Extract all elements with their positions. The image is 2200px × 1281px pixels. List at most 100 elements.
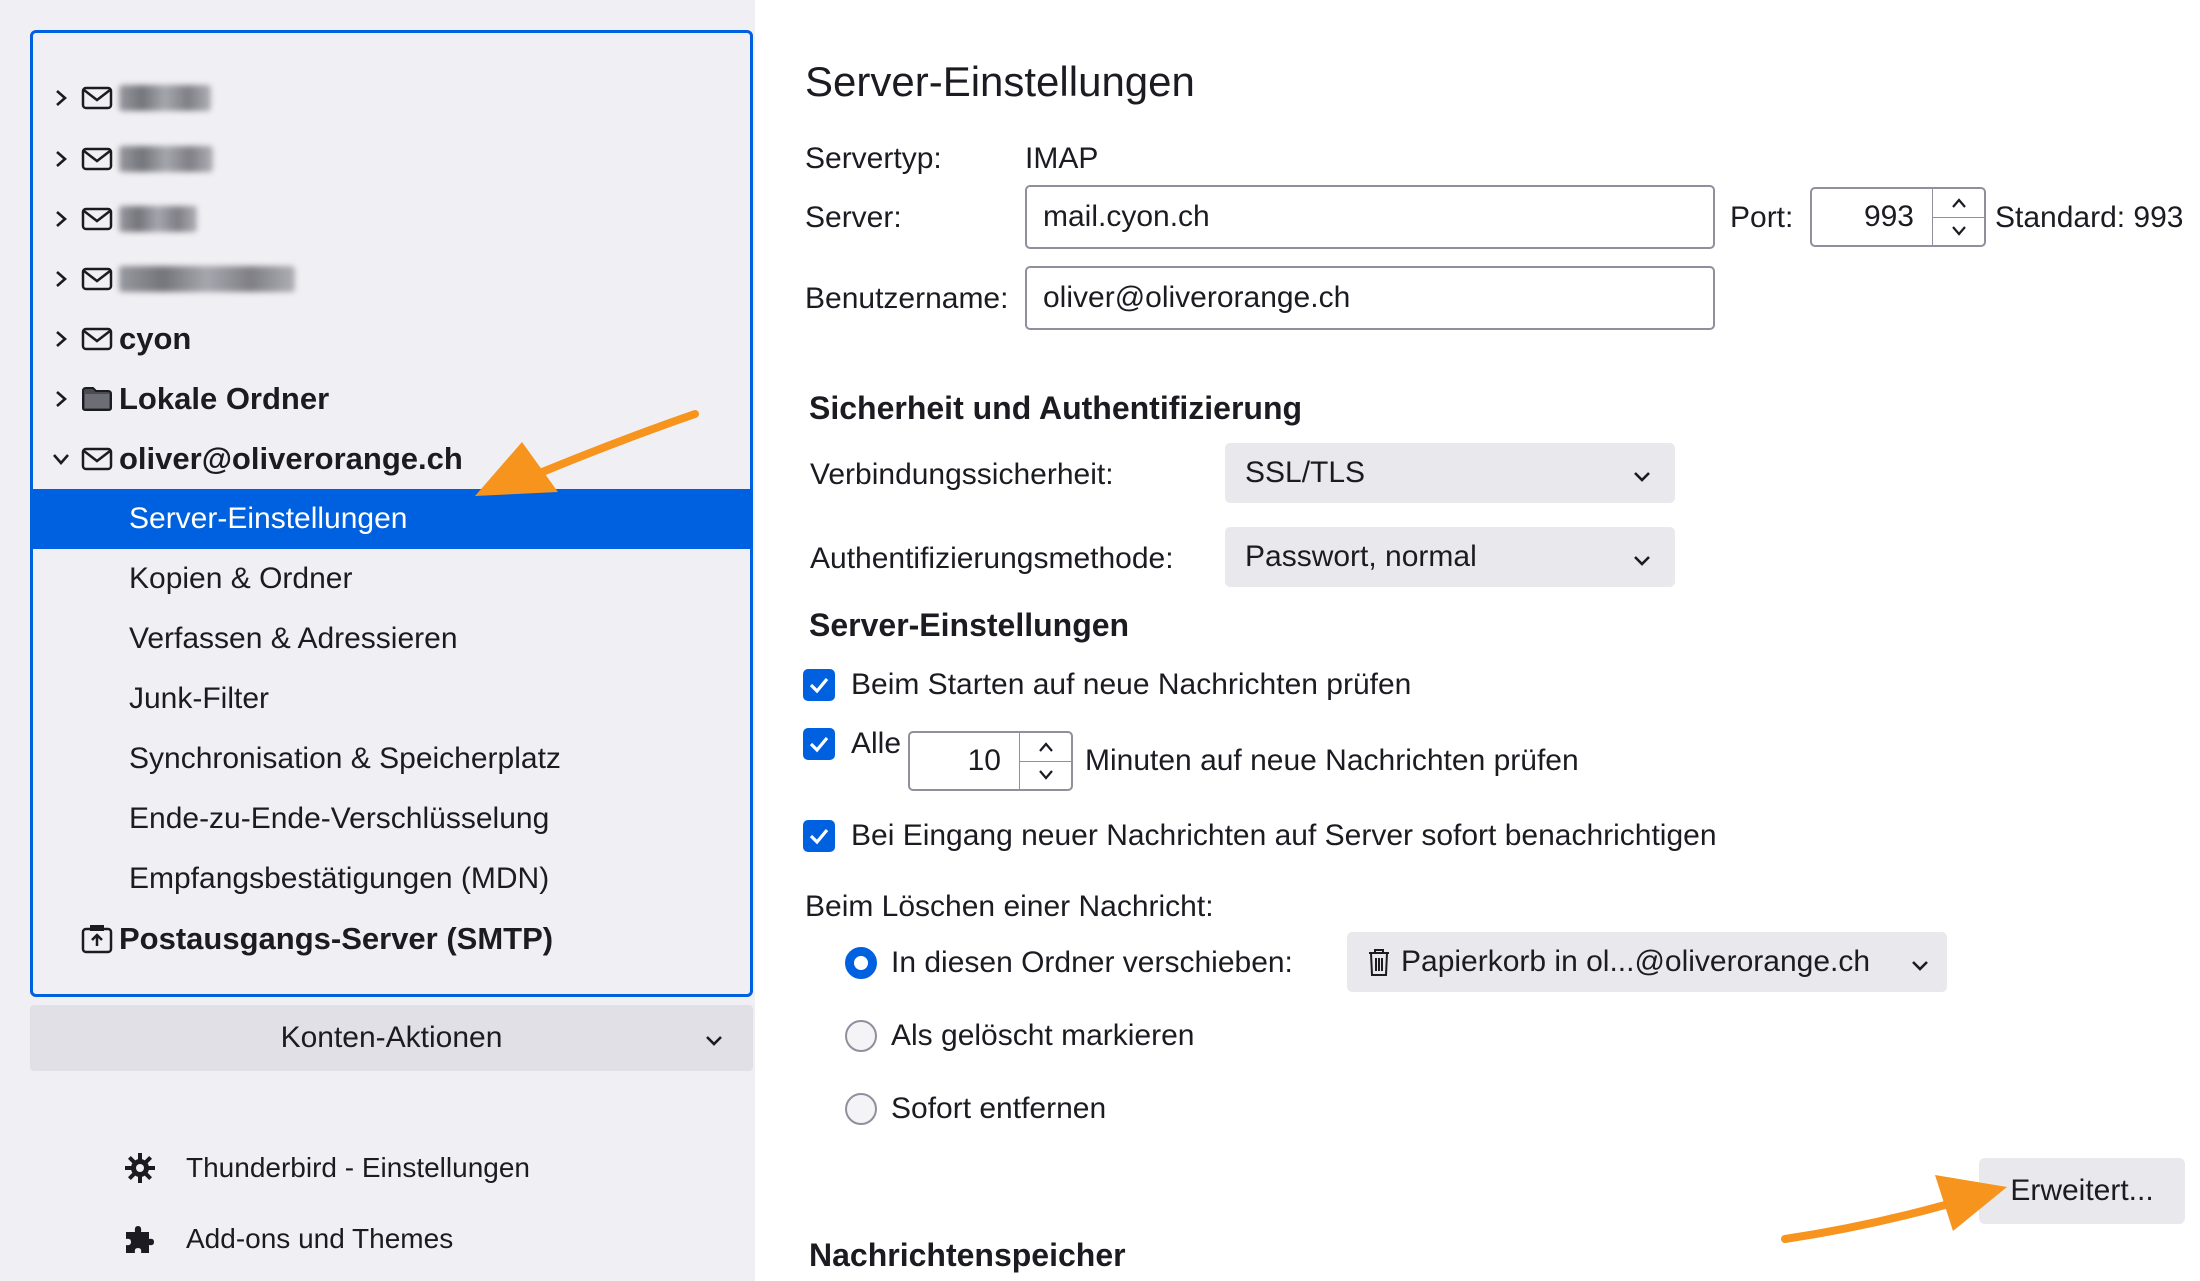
addons-themes-link[interactable]: Add-ons und Themes	[120, 1214, 453, 1264]
chevron-right-icon[interactable]	[47, 149, 75, 169]
account-name: Lokale Ordner	[119, 381, 330, 416]
account-sidebar: cyon Lokale Ordner oliver@oliverorange.c…	[0, 0, 755, 1281]
port-value: 993	[1863, 200, 1914, 233]
notify-checkbox[interactable]	[803, 820, 835, 852]
server-label: Server:	[805, 201, 902, 234]
server-settings-pane: Server-Einstellungen Servertyp: IMAP Ser…	[755, 0, 2200, 1281]
sidebar-item-smtp[interactable]: Postausgangs-Server (SMTP)	[33, 909, 750, 969]
account-actions-button[interactable]: Konten-Aktionen	[30, 1005, 753, 1071]
check-interval-value: 10	[967, 744, 1001, 777]
sidebar-item-e2e-encryption[interactable]: Ende-zu-Ende-Verschlüsselung	[33, 789, 750, 849]
server-settings-section-title: Server-Einstellungen	[809, 607, 1130, 643]
chevron-down-icon[interactable]	[1933, 218, 1984, 246]
chevron-up-icon[interactable]	[1020, 733, 1071, 762]
port-input[interactable]: 993	[1810, 187, 1986, 247]
chevron-right-icon[interactable]	[47, 209, 75, 229]
port-default-text: Standard: 993	[1995, 201, 2184, 234]
envelope-icon	[79, 204, 115, 234]
smtp-label: Postausgangs-Server (SMTP)	[119, 921, 554, 956]
envelope-icon	[79, 144, 115, 174]
check-on-start-label: Beim Starten auf neue Nachrichten prüfen	[851, 668, 1412, 701]
delete-mark-option[interactable]: Als gelöscht markieren	[845, 1019, 1194, 1053]
obscured-account-name	[119, 266, 295, 292]
envelope-icon	[79, 324, 115, 354]
check-every-label-before: Alle	[851, 727, 902, 760]
chevron-right-icon[interactable]	[47, 329, 75, 349]
chevron-right-icon[interactable]	[47, 269, 75, 289]
username-input[interactable]: oliver@oliverorange.ch	[1025, 266, 1715, 330]
message-storage-title: Nachrichtenspeicher	[809, 1237, 1126, 1273]
delete-mark-label: Als gelöscht markieren	[891, 1019, 1195, 1052]
account-row-obscured-2[interactable]	[33, 129, 750, 189]
sidebar-item-label: Verfassen & Adressieren	[129, 622, 458, 655]
chevron-down-icon	[1909, 950, 1931, 984]
auth-method-select[interactable]: Passwort, normal	[1225, 527, 1675, 587]
auth-method-value: Passwort, normal	[1245, 540, 1477, 573]
advanced-button-label: Erweitert...	[2010, 1174, 2154, 1207]
sidebar-item-receipts-mdn[interactable]: Empfangsbestätigungen (MDN)	[33, 849, 750, 909]
addons-themes-label: Add-ons und Themes	[186, 1223, 454, 1254]
sidebar-item-label: Synchronisation & Speicherplatz	[129, 742, 561, 775]
account-row-cyon[interactable]: cyon	[33, 309, 750, 369]
delete-move-radio[interactable]	[845, 947, 877, 979]
account-tree[interactable]: cyon Lokale Ordner oliver@oliverorange.c…	[30, 30, 753, 997]
notify-label: Bei Eingang neuer Nachrichten auf Server…	[851, 819, 1717, 852]
delete-mark-radio[interactable]	[845, 1020, 877, 1052]
sidebar-item-sync-storage[interactable]: Synchronisation & Speicherplatz	[33, 729, 750, 789]
sidebar-item-copies-folders[interactable]: Kopien & Ordner	[33, 549, 750, 609]
account-row-obscured-1[interactable]	[33, 68, 750, 128]
delete-remove-radio[interactable]	[845, 1093, 877, 1125]
check-on-start-checkbox[interactable]	[803, 669, 835, 701]
sidebar-item-junk-filter[interactable]: Junk-Filter	[33, 669, 750, 729]
port-label: Port:	[1730, 201, 1794, 234]
check-every-option[interactable]: Alle	[803, 727, 901, 761]
account-row-oliver[interactable]: oliver@oliverorange.ch	[33, 429, 750, 489]
server-type-label: Servertyp:	[805, 142, 942, 175]
chevron-down-icon[interactable]	[47, 451, 75, 467]
username-label: Benutzername:	[805, 282, 1009, 315]
connection-security-label: Verbindungssicherheit:	[810, 458, 1114, 491]
sidebar-item-label: Junk-Filter	[129, 682, 270, 715]
check-on-start-option[interactable]: Beim Starten auf neue Nachrichten prüfen	[803, 668, 1411, 702]
delete-remove-label: Sofort entfernen	[891, 1092, 1107, 1125]
sidebar-item-server-settings[interactable]: Server-Einstellungen	[33, 489, 750, 549]
check-interval-input[interactable]: 10	[908, 731, 1073, 791]
sidebar-item-label: Server-Einstellungen	[129, 502, 408, 535]
port-stepper[interactable]	[1932, 189, 1984, 245]
chevron-right-icon[interactable]	[47, 389, 75, 409]
server-hostname-input[interactable]: mail.cyon.ch	[1025, 185, 1715, 249]
account-row-local-folders[interactable]: Lokale Ordner	[33, 369, 750, 429]
server-type-value: IMAP	[1025, 142, 1099, 175]
auth-method-label: Authentifizierungsmethode:	[810, 542, 1174, 575]
server-hostname-value: mail.cyon.ch	[1043, 200, 1210, 233]
thunderbird-settings-label: Thunderbird - Einstellungen	[186, 1152, 530, 1183]
account-row-obscured-3[interactable]	[33, 189, 750, 249]
security-section-title: Sicherheit und Authentifizierung	[809, 390, 1303, 426]
check-every-checkbox[interactable]	[803, 728, 835, 760]
thunderbird-settings-link[interactable]: Thunderbird - Einstellungen	[120, 1143, 530, 1193]
account-row-obscured-4[interactable]	[33, 249, 750, 309]
delete-move-option[interactable]: In diesen Ordner verschieben:	[845, 946, 1293, 980]
notify-option[interactable]: Bei Eingang neuer Nachrichten auf Server…	[803, 819, 1717, 853]
sidebar-item-composition[interactable]: Verfassen & Adressieren	[33, 609, 750, 669]
check-interval-stepper[interactable]	[1019, 733, 1071, 789]
folder-icon	[79, 384, 115, 414]
sidebar-item-label: Ende-zu-Ende-Verschlüsselung	[129, 802, 550, 835]
trash-icon	[1367, 947, 1391, 977]
chevron-right-icon[interactable]	[47, 88, 75, 108]
account-actions-label: Konten-Aktionen	[280, 1021, 503, 1054]
connection-security-select[interactable]: SSL/TLS	[1225, 443, 1675, 503]
chevron-up-icon[interactable]	[1933, 189, 1984, 218]
trash-folder-select[interactable]: Papierkorb in ol...@oliverorange.ch	[1347, 932, 1947, 992]
chevron-down-icon	[1631, 545, 1653, 579]
delete-remove-option[interactable]: Sofort entfernen	[845, 1092, 1106, 1126]
chevron-down-icon	[1631, 461, 1653, 495]
outbox-icon	[79, 924, 115, 954]
trash-folder-value: Papierkorb in ol...@oliverorange.ch	[1401, 945, 1871, 978]
connection-security-value: SSL/TLS	[1245, 456, 1366, 489]
delete-move-label: In diesen Ordner verschieben:	[891, 946, 1293, 979]
username-value: oliver@oliverorange.ch	[1043, 281, 1351, 314]
chevron-down-icon[interactable]	[1020, 762, 1071, 790]
account-name: oliver@oliverorange.ch	[119, 441, 463, 476]
advanced-button[interactable]: Erweitert...	[1979, 1158, 2185, 1224]
